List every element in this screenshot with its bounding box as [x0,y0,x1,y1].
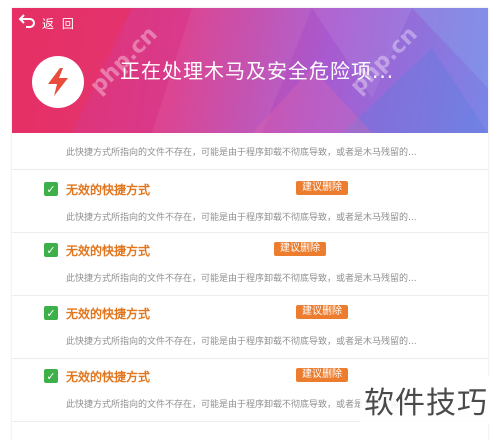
item-description: 此快捷方式所指向的文件不存在，可能是由于程序卸载不彻底导致，或者是木马残留的..… [66,148,417,158]
item-title: 无效的快捷方式 [66,183,151,197]
delete-suggest-button[interactable]: 建议删除 [296,305,348,319]
checkmark-icon[interactable]: ✓ [44,306,58,320]
delete-suggest-button[interactable]: 建议删除 [274,242,326,256]
page-title: 正在处理木马及安全危险项... [120,59,395,83]
item-description: 此快捷方式所指向的文件不存在，可能是由于程序卸载不彻底导致，或者是木马残留的..… [66,274,417,284]
header-banner: php.cn php.cn 返 回 正在处理木马及安全危险项... [12,8,488,133]
list-item: ✓ 无效的快捷方式 建议删除 此快捷方式所指向的文件不存在，可能是由于程序卸载不… [12,170,488,233]
lightning-bolt-icon [32,56,84,108]
back-arrow-icon [18,13,36,33]
list-item: 此快捷方式所指向的文件不存在，可能是由于程序卸载不彻底导致，或者是木马残留的..… [12,133,488,170]
item-description: 此快捷方式所指向的文件不存在，可能是由于程序卸载不彻底导致，或者是木马残留的..… [66,213,417,223]
delete-suggest-button[interactable]: 建议删除 [296,181,348,195]
list-item: ✓ 无效的快捷方式 建议删除 此快捷方式所指向的文件不存在，可能是由于程序卸载不… [12,233,488,296]
back-label: 返 回 [42,16,76,31]
checkmark-icon[interactable]: ✓ [44,369,58,383]
checkmark-icon[interactable]: ✓ [44,182,58,196]
delete-suggest-button[interactable]: 建议删除 [296,368,348,382]
corner-watermark: 软件技巧 [360,376,492,424]
item-title: 无效的快捷方式 [66,370,151,384]
item-title: 无效的快捷方式 [66,307,151,321]
checkmark-icon[interactable]: ✓ [44,243,58,257]
item-description: 此快捷方式所指向的文件不存在，可能是由于程序卸载不彻底导致，或者是木马残留的..… [66,337,417,347]
back-button[interactable]: 返 回 [12,10,88,36]
list-item: ✓ 无效的快捷方式 建议删除 此快捷方式所指向的文件不存在，可能是由于程序卸载不… [12,296,488,359]
item-title: 无效的快捷方式 [66,244,151,258]
